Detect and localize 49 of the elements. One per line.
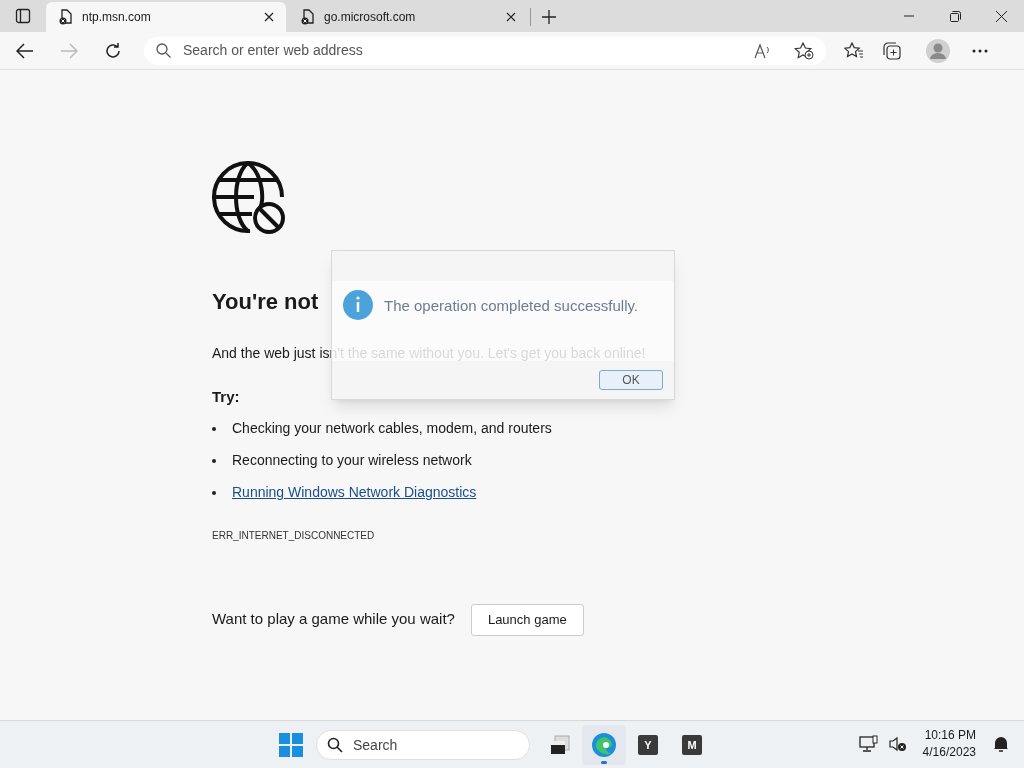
collections-icon[interactable] <box>882 41 902 60</box>
clock-date: 4/16/2023 <box>922 744 976 761</box>
info-icon <box>342 289 374 321</box>
bullet-icon <box>212 426 216 431</box>
bullet-icon <box>212 490 216 495</box>
new-tab-icon[interactable] <box>542 10 556 24</box>
page-error-icon <box>300 9 316 25</box>
search-icon <box>156 43 171 58</box>
tab-title: go.microsoft.com <box>324 9 417 26</box>
taskbar-search[interactable]: Search <box>316 730 530 760</box>
address-input[interactable]: Search or enter web address <box>183 40 742 61</box>
error-heading: You're not <box>212 288 319 316</box>
tab-actions-icon[interactable] <box>15 8 31 24</box>
profile-icon[interactable] <box>926 38 950 63</box>
start-icon[interactable] <box>279 733 303 757</box>
notification-bell-icon[interactable] <box>992 735 1010 753</box>
tab-title: ntp.msn.com <box>82 9 152 26</box>
refresh-icon[interactable] <box>104 41 122 60</box>
window-stack-icon[interactable] <box>549 734 571 756</box>
clock-time: 10:16 PM <box>924 727 976 744</box>
favorite-add-icon[interactable] <box>794 41 814 60</box>
suggestion-text: Reconnecting to your wireless network <box>232 451 472 470</box>
restore-icon[interactable] <box>949 10 961 22</box>
launch-game-button[interactable]: Launch game <box>470 603 584 636</box>
back-icon[interactable] <box>16 41 34 60</box>
globe-blocked-icon <box>212 161 286 235</box>
bullet-icon <box>212 458 216 463</box>
favorites-icon[interactable] <box>844 41 864 60</box>
error-code: ERR_INTERNET_DISCONNECTED <box>212 528 375 543</box>
suggestion-text: Checking your network cables, modem, and routers <box>232 419 552 438</box>
network-icon[interactable] <box>858 735 879 753</box>
volume-muted-icon[interactable] <box>888 736 907 752</box>
close-icon[interactable] <box>506 12 516 22</box>
browser-icon[interactable] <box>591 732 617 758</box>
ok-button[interactable]: OK <box>599 370 663 390</box>
close-icon[interactable] <box>264 12 274 22</box>
close-icon[interactable] <box>995 10 1007 22</box>
browser-tab[interactable]: ntp.msn.com <box>46 2 286 32</box>
address-bar[interactable]: Search or enter web address <box>144 36 826 65</box>
read-aloud-icon[interactable] <box>754 42 772 59</box>
dialog-message: The operation completed successfully. <box>384 296 639 316</box>
diagnostics-link[interactable]: Running Windows Network Diagnostics <box>232 482 477 503</box>
more-icon[interactable] <box>972 48 988 53</box>
try-label: Try: <box>212 387 240 407</box>
page-error-icon <box>58 9 74 25</box>
app-icon[interactable]: M <box>682 735 702 755</box>
app-icon[interactable]: Y <box>638 735 658 755</box>
search-icon <box>327 737 343 753</box>
game-prompt: Want to play a game while you wait? <box>212 609 455 630</box>
